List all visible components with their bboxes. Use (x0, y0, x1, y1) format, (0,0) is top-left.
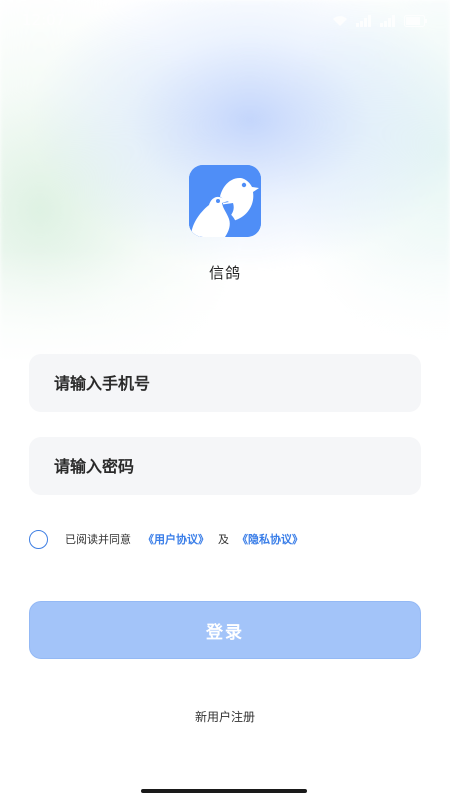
pigeon-logo-icon (189, 165, 261, 237)
login-screen: 12:07 信鸽 请输入手机号 已阅读并同意 《用户协议》 及 《隐私协议》 登… (0, 0, 450, 800)
status-bar: 12:07 (0, 0, 450, 40)
user-agreement-link[interactable]: 《用户协议》 (143, 531, 209, 547)
app-name: 信鸽 (208, 264, 241, 282)
phone-field-container[interactable] (29, 353, 421, 413)
privacy-agreement-link[interactable]: 《隐私协议》 (237, 531, 303, 547)
password-input[interactable] (52, 436, 421, 496)
agreement-conjunction: 及 (218, 533, 229, 546)
login-button[interactable]: 登录 (29, 601, 421, 659)
battery-icon (404, 12, 428, 31)
wifi-icon (332, 12, 348, 31)
home-indicator (141, 789, 307, 793)
agreement-checkbox[interactable] (29, 529, 48, 549)
password-field-container[interactable] (29, 436, 421, 496)
signal-icon (380, 12, 396, 31)
signal-icon (356, 12, 372, 31)
agreement-row: 已阅读并同意 《用户协议》 及 《隐私协议》 (29, 528, 303, 550)
status-icons (332, 12, 428, 31)
phone-input[interactable] (52, 353, 421, 413)
status-time: 12:07 (22, 11, 66, 29)
register-link[interactable]: 新用户注册 (0, 708, 450, 725)
agreement-text: 已阅读并同意 (65, 533, 131, 546)
